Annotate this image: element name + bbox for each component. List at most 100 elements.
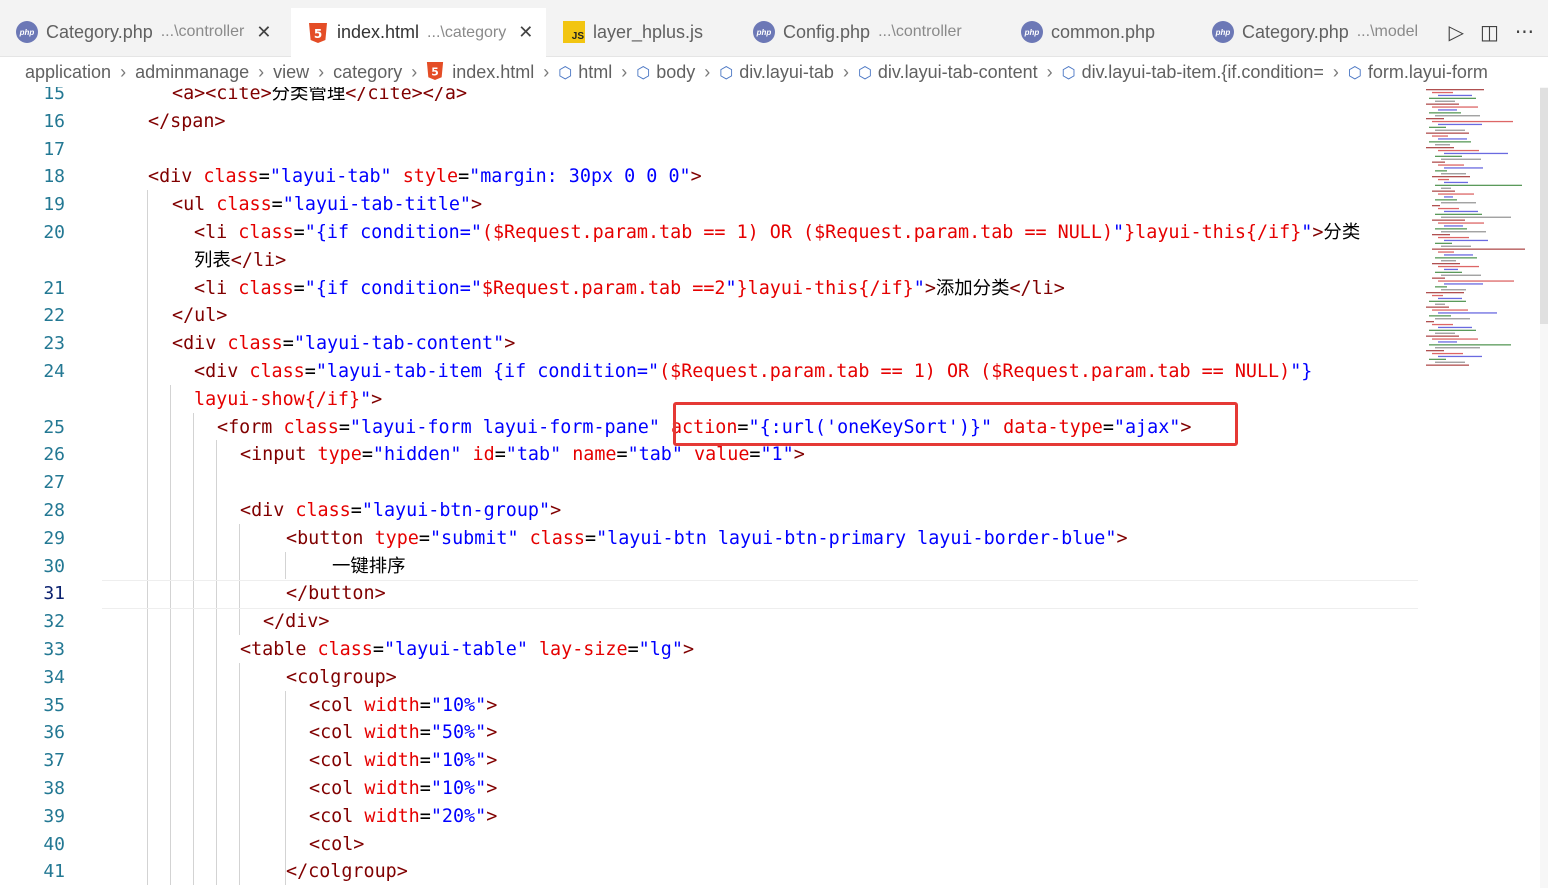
code-line[interactable]: 33 <table class="layui-table" lay-size="l… [0, 636, 1420, 664]
code-text: </ul> [172, 305, 228, 327]
code-text: <div class="layui-btn-group"> [240, 500, 562, 521]
breadcrumb-item[interactable]: 5 index.html [426, 61, 534, 83]
file-tab[interactable]: php Category.php ...\model [1196, 8, 1434, 56]
code-line[interactable]: 31 </button> [0, 580, 1420, 608]
code-text: </colgroup> [286, 861, 408, 883]
code-text: <table class="layui-table" lay-size="lg"… [240, 639, 695, 660]
code-line[interactable]: 30 一键排序 [0, 553, 1420, 581]
minimap-line [1438, 236, 1469, 239]
breadcrumb-item[interactable]: ⬡ body [636, 62, 695, 83]
chevron-right-icon: › [543, 61, 550, 82]
minimap-line [1444, 210, 1478, 213]
annotation-highlight-box [673, 402, 1238, 446]
code-line[interactable]: 16 </span> [0, 108, 1420, 136]
line-number: 41 [43, 861, 65, 883]
code-editor[interactable]: 15 <a><cite>分类管理</cite></a> 16 </span> 17 18 <… [0, 87, 1420, 888]
code-line[interactable]: 36 <col width="50%"> [0, 719, 1420, 747]
minimap-line [1438, 297, 1462, 300]
code-line[interactable]: 22 </ul> [0, 302, 1420, 330]
file-tab[interactable]: php Category.php ...\controller ✕ [0, 8, 290, 56]
minimap-line [1438, 341, 1457, 343]
minimap-line [1432, 161, 1445, 163]
minimap-line [1435, 129, 1465, 131]
line-number: 29 [43, 527, 65, 549]
code-line[interactable]: 29 <button type="submit" class="layui-btn… [0, 525, 1420, 553]
breadcrumb-item[interactable]: ⬡ div.layui-tab-item.{if.condition= [1062, 62, 1324, 83]
minimap-line [1435, 115, 1480, 117]
minimap-line [1438, 280, 1514, 282]
file-tab[interactable]: 5 index.html ...\category ✕ [291, 8, 546, 57]
minimap-line [1438, 326, 1472, 329]
minimap-line [1432, 294, 1443, 297]
breadcrumb-item[interactable]: ⬡ div.layui-tab-content [858, 62, 1038, 83]
close-icon[interactable]: ✕ [518, 22, 533, 43]
line-number: 31 [43, 583, 65, 605]
tab-path: ...\model [1356, 23, 1419, 40]
code-text: </div> [263, 611, 330, 633]
minimap-line [1444, 283, 1483, 285]
minimap-line [1426, 132, 1469, 134]
tab-label: common.php [1051, 21, 1156, 42]
breadcrumb-item[interactable]: ⬡ div.layui-tab [719, 62, 834, 83]
minimap-line [1444, 181, 1468, 184]
code-line[interactable]: 38 <col width="10%"> [0, 775, 1420, 803]
file-tab[interactable]: JS layer_hplus.js [547, 8, 736, 56]
js-file-icon: JS [563, 21, 585, 43]
breadcrumb-item[interactable]: category [333, 62, 402, 83]
chevron-right-icon: › [621, 61, 628, 82]
minimap-line [1429, 315, 1451, 317]
code-line[interactable]: 21 <li class="{if condition="$Request.par… [0, 275, 1420, 303]
code-line[interactable]: 32 </div> [0, 608, 1420, 636]
minimap-line [1435, 100, 1455, 102]
code-line[interactable]: 18 <div class="layui-tab" style="margin: … [0, 163, 1420, 191]
line-number: 37 [43, 750, 65, 772]
line-number: 39 [43, 805, 65, 827]
breadcrumb-item[interactable]: ⬡ form.layui-form [1348, 62, 1488, 83]
line-number: 36 [43, 722, 65, 744]
code-line[interactable]: 20 <li class="{if condition="($Request.pa… [0, 219, 1420, 247]
symbol-cube-icon: ⬡ [558, 64, 573, 82]
breadcrumb-item[interactable]: ⬡ html [558, 62, 612, 83]
close-icon[interactable]: ✕ [256, 22, 271, 43]
split-editor-icon[interactable]: ◫ [1480, 20, 1499, 44]
breadcrumb-item[interactable]: adminmanage [135, 62, 249, 83]
symbol-cube-icon: ⬡ [1347, 64, 1362, 82]
code-text: <li class="{if condition="($Request.para… [194, 222, 1361, 243]
code-line[interactable]: 17 [0, 136, 1420, 164]
run-icon[interactable]: ▷ [1449, 20, 1464, 44]
code-line[interactable]: 列表</li> [0, 247, 1420, 275]
line-number: 17 [43, 138, 65, 160]
code-line[interactable]: 23 <div class="layui-tab-content"> [0, 330, 1420, 358]
scrollbar-thumb[interactable] [1540, 88, 1548, 324]
code-line[interactable]: 40 <col> [0, 831, 1420, 859]
more-actions-icon[interactable]: ··· [1515, 20, 1534, 44]
breadcrumb-item[interactable]: view [273, 62, 309, 83]
minimap-line [1426, 350, 1444, 352]
code-line[interactable]: 24 <div class="layui-tab-item {if conditi… [0, 358, 1420, 386]
code-text: <col width="50%"> [309, 722, 498, 744]
code-line[interactable]: 34 <colgroup> [0, 664, 1420, 692]
minimap-line [1444, 225, 1463, 227]
minimap-line [1432, 263, 1460, 265]
code-line[interactable]: 15 <a><cite>分类管理</cite></a> [0, 87, 1420, 108]
code-line[interactable]: 41 </colgroup> [0, 858, 1420, 886]
code-line[interactable]: 35 <col width="10%"> [0, 692, 1420, 720]
minimap-line [1432, 323, 1453, 326]
code-line[interactable]: 28 <div class="layui-btn-group"> [0, 497, 1420, 525]
code-text: <col width="10%"> [309, 750, 498, 772]
code-line[interactable]: 39 <col width="20%"> [0, 803, 1420, 831]
chevron-right-icon: › [704, 61, 711, 82]
code-text: <col width="20%"> [309, 805, 498, 827]
code-text: <div class="layui-tab-content"> [172, 333, 516, 355]
minimap[interactable] [1422, 87, 1540, 377]
minimap-line [1435, 286, 1447, 288]
file-tab[interactable]: php common.php [1005, 8, 1195, 56]
minimap-line [1426, 364, 1469, 366]
code-line[interactable]: 19 <ul class="layui-tab-title"> [0, 191, 1420, 219]
breadcrumb-item[interactable]: application [25, 62, 111, 83]
file-tab[interactable]: php Config.php ...\controller [737, 8, 1004, 56]
code-line[interactable]: 27 [0, 469, 1420, 497]
minimap-line [1435, 303, 1445, 305]
minimap-line [1438, 109, 1457, 111]
code-line[interactable]: 37 <col width="10%"> [0, 747, 1420, 775]
